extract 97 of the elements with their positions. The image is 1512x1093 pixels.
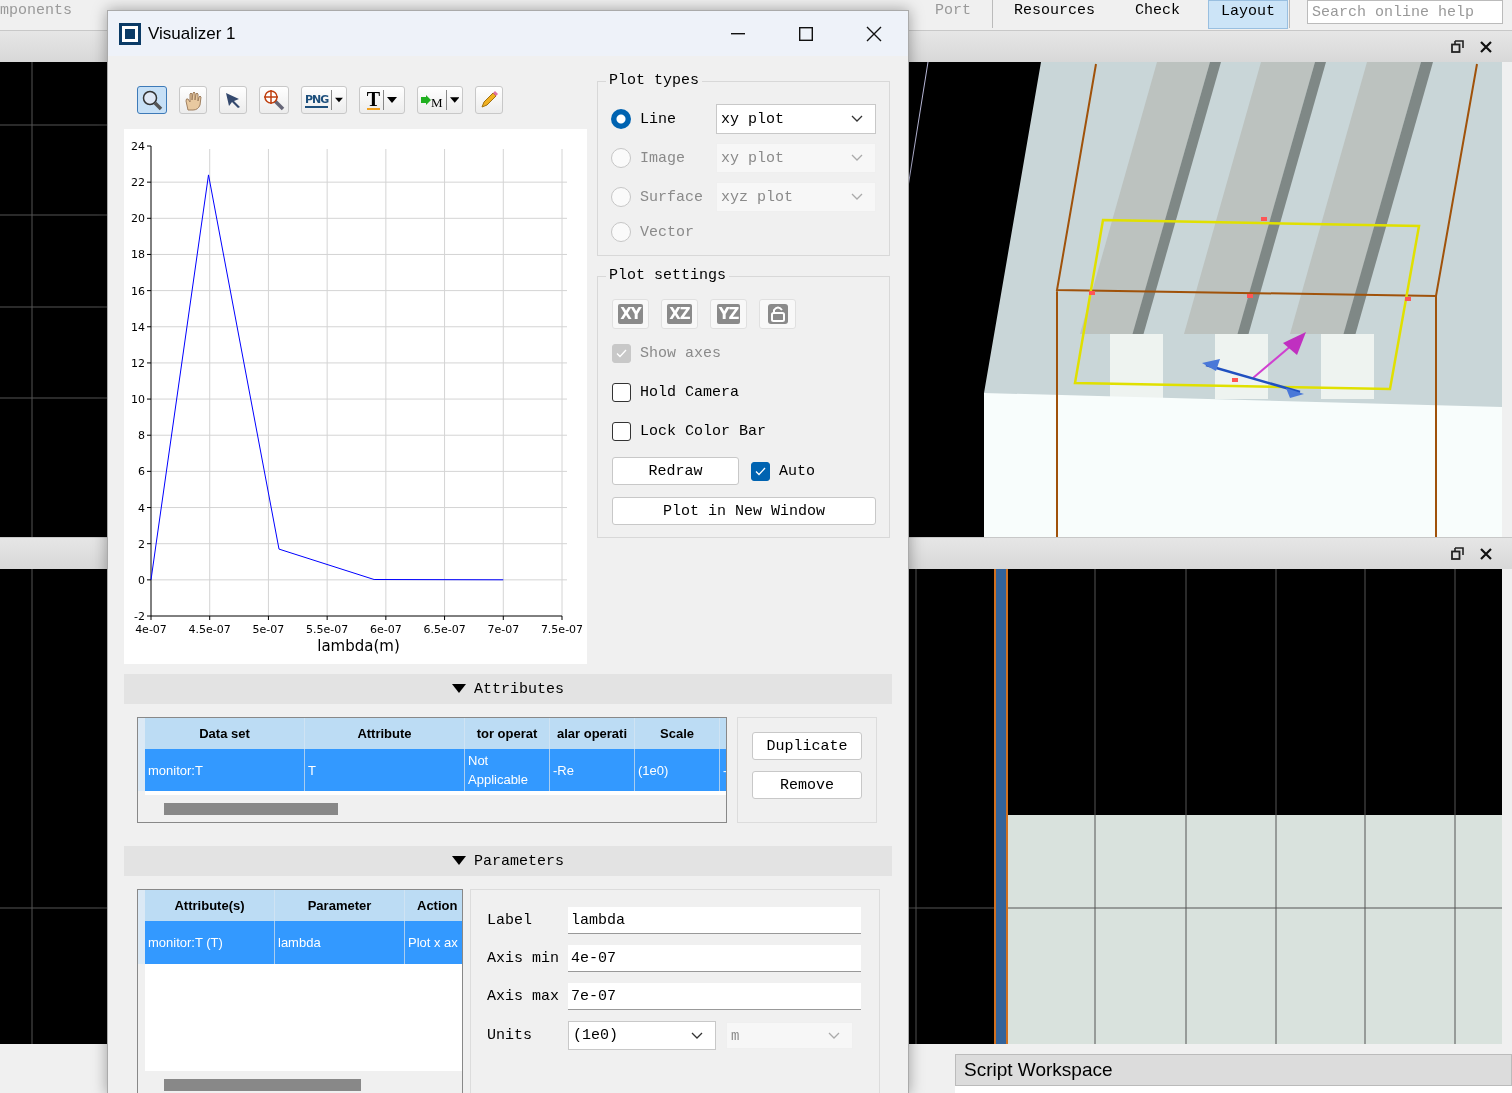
tick-label: 2 [138, 537, 145, 551]
section-header[interactable]: Parameters [124, 846, 892, 876]
tick-label: 5e-07 [252, 623, 285, 636]
tick-label: 24 [131, 140, 145, 153]
chevron-down-icon [828, 1031, 840, 1040]
column-header[interactable]: Attribute [305, 718, 465, 749]
tick-label: 7e-07 [487, 623, 520, 636]
group-title: Plot types [606, 72, 702, 90]
tick-label: 5.5e-07 [306, 623, 349, 636]
tick-label: 14 [131, 320, 145, 334]
check-icon [616, 348, 627, 358]
ribbon-tab[interactable]: Resources [994, 0, 1116, 27]
tick-label: 18 [131, 248, 145, 262]
scrollbar-thumb[interactable] [164, 802, 338, 815]
field-label: Axis max [487, 988, 560, 1005]
tick-label: 16 [131, 284, 145, 298]
lock-button[interactable] [759, 299, 796, 329]
field-label: Axis min [487, 950, 560, 967]
tick-label: 22 [131, 176, 145, 190]
tick-label: 12 [131, 356, 145, 370]
column-header[interactable]: Data set [145, 718, 305, 749]
close-icon[interactable] [1480, 40, 1492, 53]
tick-label: 4 [138, 501, 145, 515]
panel-title: Script Workspace [955, 1054, 1512, 1086]
hand-button[interactable] [179, 86, 207, 114]
window-title: Visualizer 1 [148, 23, 236, 44]
new-window-button[interactable]: Plot in New Window [612, 497, 876, 525]
close-icon[interactable] [1480, 547, 1492, 560]
column-header[interactable]: tor operat [465, 718, 550, 749]
plot-type-dropdown[interactable]: xy plot [716, 104, 876, 134]
close-icon [866, 25, 882, 42]
scrollbar-thumb[interactable] [164, 1078, 361, 1091]
section-title: Attributes [474, 680, 564, 698]
pointer-button[interactable] [219, 86, 247, 114]
tick-label: -2 [134, 610, 145, 623]
chevron-down-icon [691, 1031, 703, 1040]
minimize-icon [731, 32, 745, 35]
radio-label[interactable]: Line [640, 110, 716, 128]
checkbox[interactable] [612, 382, 631, 402]
action-button[interactable]: Duplicate [752, 732, 862, 760]
units-dropdown[interactable]: (1e0) [568, 1021, 716, 1050]
action-button[interactable]: Remove [752, 771, 862, 799]
checkbox-label[interactable]: Hold Camera [640, 383, 740, 401]
tick-label: 6.5e-07 [423, 623, 466, 636]
pencil-icon [479, 90, 499, 110]
hand-icon [183, 89, 203, 111]
padlock-icon [766, 303, 789, 325]
tick-label: 0 [138, 573, 145, 587]
chevron-down-icon [851, 193, 863, 201]
section-header[interactable]: Attributes [124, 674, 892, 704]
axis-title: lambda(m) [317, 637, 400, 655]
text-field[interactable]: 4e-07 [568, 945, 861, 972]
restore-icon[interactable] [1451, 40, 1464, 53]
checkbox-label[interactable]: Auto [779, 462, 815, 480]
tick-label: 4.5e-07 [188, 623, 231, 636]
tick-label: 6e-07 [370, 623, 402, 636]
zoom-extent-button[interactable] [259, 86, 289, 114]
table-cell-text: - [722, 761, 726, 780]
text-field[interactable]: lambda [568, 907, 861, 934]
column-header[interactable]: Scale [635, 718, 720, 749]
text-field[interactable]: 7e-07 [568, 983, 861, 1010]
column-header[interactable]: alar operati [550, 718, 635, 749]
window-icon [119, 22, 141, 45]
text-button[interactable]: T [359, 86, 405, 114]
magnifier-icon [141, 89, 163, 111]
checkbox-label[interactable]: Lock Color Bar [640, 422, 767, 440]
check-icon [755, 466, 766, 476]
table-cell-text: Plot x ax [407, 934, 459, 952]
tick-label: 4e-07 [135, 623, 167, 636]
marker-button[interactable]: M [417, 86, 463, 114]
field-label: Label [487, 912, 533, 929]
tick-label: 8 [138, 429, 145, 443]
arrow-pointer-icon [224, 91, 242, 109]
redraw-button[interactable]: Redraw [612, 457, 739, 485]
magnifier-crosshair-icon [263, 89, 285, 111]
chevron-down-icon [851, 115, 863, 123]
checkbox[interactable] [751, 461, 770, 481]
search-field[interactable]: Search online help [1307, 0, 1504, 24]
ribbon-tab[interactable]: Layout [1208, 0, 1289, 29]
chevron-down-icon [851, 154, 863, 162]
column-header[interactable]: Action [405, 890, 462, 921]
zoom-button[interactable] [137, 86, 167, 114]
pencil-button[interactable] [475, 86, 503, 114]
radio-button[interactable] [611, 109, 631, 129]
arrow-icon [421, 95, 431, 105]
tick-label: 7.5e-07 [540, 623, 584, 636]
tick-label: 6 [138, 465, 145, 479]
section-title: Parameters [474, 852, 564, 870]
group-title: Plot settings [606, 267, 730, 285]
checkbox[interactable] [612, 421, 631, 441]
tick-label: 10 [131, 393, 145, 407]
export-button[interactable]: PNG [301, 86, 347, 114]
ribbon-tab[interactable]: Check [1115, 0, 1201, 27]
field-label: Units [487, 1027, 533, 1044]
tick-label: 20 [131, 212, 145, 226]
restore-icon[interactable] [1451, 547, 1464, 560]
maximize-icon [799, 26, 813, 41]
